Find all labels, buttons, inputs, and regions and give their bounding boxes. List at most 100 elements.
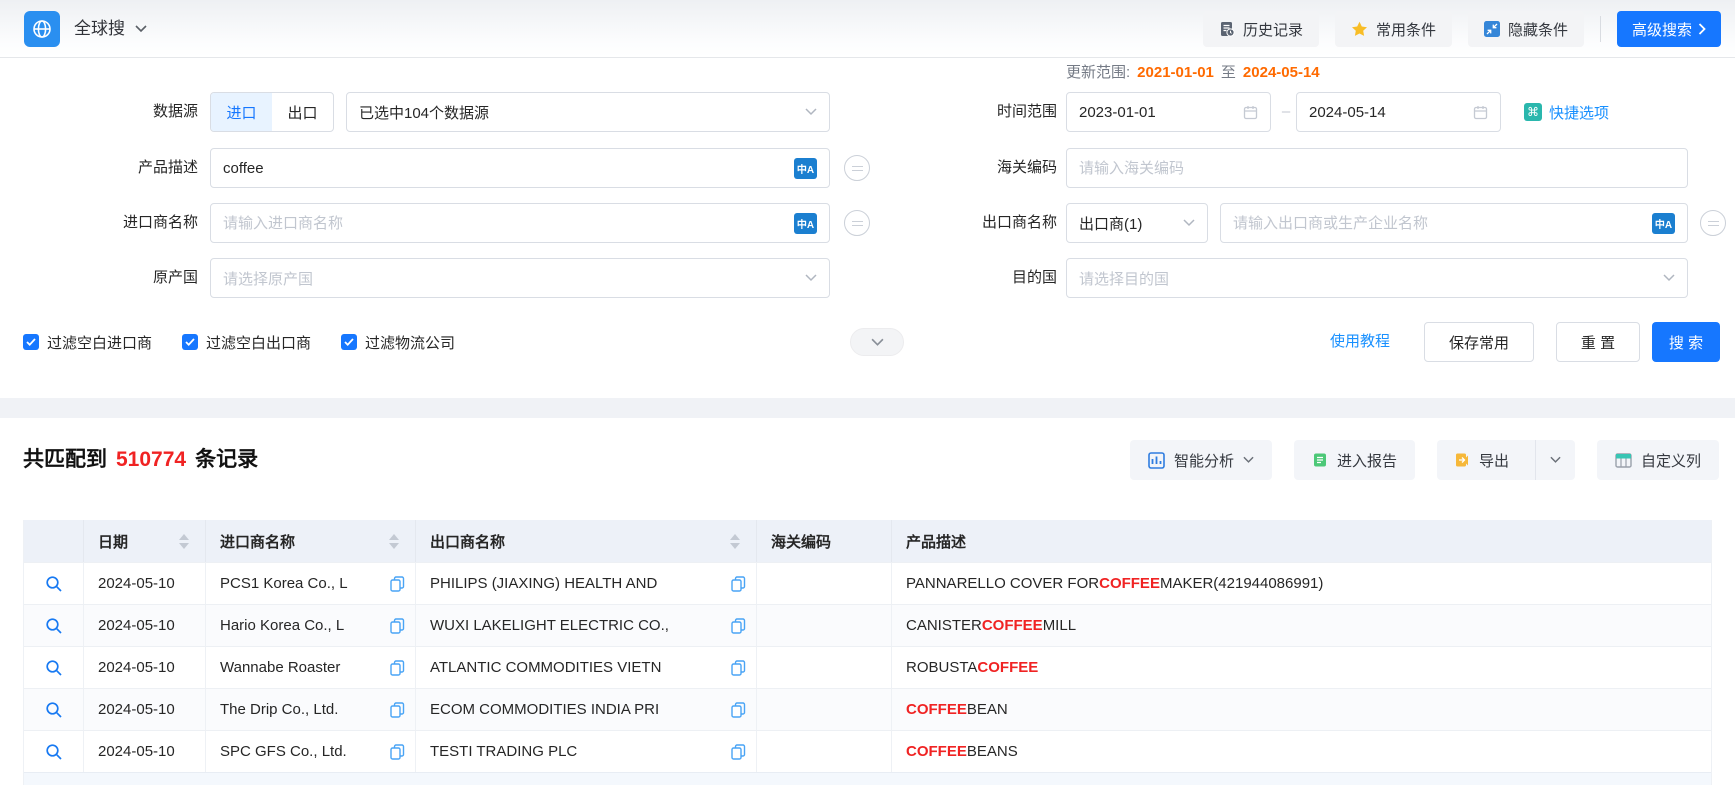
translate-icon[interactable]: 中A: [794, 158, 817, 179]
date-end-input[interactable]: 2024-05-14: [1296, 92, 1501, 132]
exporter-input[interactable]: [1233, 215, 1644, 232]
copy-icon[interactable]: [390, 618, 405, 634]
copy-icon[interactable]: [390, 660, 405, 676]
header-date-label: 日期: [98, 531, 128, 552]
sort-icon[interactable]: [389, 534, 399, 549]
results-count-prefix: 共匹配到: [23, 440, 107, 480]
row-detail-search-icon[interactable]: [45, 575, 63, 593]
search-button[interactable]: 搜 索: [1652, 322, 1720, 362]
keyword-highlight: COFFEE: [982, 617, 1043, 634]
destination-select[interactable]: 请选择目的国: [1066, 258, 1688, 298]
cell-product-desc: COFFEE BEANS: [892, 731, 1711, 772]
header-date[interactable]: 日期: [84, 520, 206, 562]
cell-importer[interactable]: PCS1 Korea Co., L: [220, 575, 384, 592]
importer-input[interactable]: [223, 215, 786, 232]
copy-icon[interactable]: [731, 702, 746, 718]
update-range-label: 更新范围:: [1066, 62, 1130, 84]
quick-options-label: 快捷选项: [1549, 102, 1609, 123]
exclude-filter-icon[interactable]: [1700, 210, 1726, 236]
header-importer[interactable]: 进口商名称: [206, 520, 416, 562]
cell-hscode: [757, 689, 892, 730]
command-icon: ⌘: [1524, 103, 1542, 121]
row-detail-search-icon[interactable]: [45, 659, 63, 677]
cell-importer[interactable]: The Drip Co., Ltd.: [220, 701, 384, 718]
section-divider: [0, 398, 1735, 418]
cell-exporter[interactable]: ATLANTIC COMMODITIES VIETN: [430, 659, 725, 676]
copy-icon[interactable]: [390, 744, 405, 760]
top-bar: 全球搜 历史记录 常用条件 隐藏条件 高: [0, 0, 1735, 58]
sort-icon[interactable]: [730, 534, 740, 549]
collapse-form-button[interactable]: [850, 328, 904, 356]
header-exporter-label: 出口商名称: [430, 531, 505, 552]
filter-logistics-checkbox[interactable]: 过滤物流公司: [341, 332, 455, 353]
results-count: 共匹配到 510774 条记录: [23, 440, 258, 480]
chevron-down-icon: [1243, 456, 1254, 464]
toggle-import[interactable]: 进口: [211, 93, 272, 131]
export-label: 导出: [1479, 450, 1509, 471]
copy-icon[interactable]: [390, 576, 405, 592]
update-range-start: 2021-01-01: [1137, 62, 1214, 84]
smart-analysis-label: 智能分析: [1174, 450, 1234, 471]
header-exporter[interactable]: 出口商名称: [416, 520, 757, 562]
cell-importer[interactable]: Hario Korea Co., L: [220, 617, 384, 634]
product-desc-input[interactable]: [223, 160, 786, 177]
date-start-value: 2023-01-01: [1079, 104, 1235, 121]
cell-exporter[interactable]: PHILIPS (JIAXING) HEALTH AND: [430, 575, 725, 592]
results-actions: 智能分析 进入报告 导出 自定义列: [1130, 440, 1719, 480]
report-icon: [1312, 452, 1328, 468]
chevron-down-icon: [805, 108, 817, 116]
origin-label: 原产国: [0, 258, 198, 298]
tutorial-link[interactable]: 使用教程: [1330, 322, 1390, 362]
reset-button[interactable]: 重 置: [1556, 322, 1640, 362]
row-detail-search-icon[interactable]: [45, 701, 63, 719]
copy-icon[interactable]: [731, 744, 746, 760]
cell-exporter[interactable]: TESTI TRADING PLC: [430, 743, 725, 760]
desc-text: MILL: [1043, 617, 1076, 634]
enter-report-button[interactable]: 进入报告: [1294, 440, 1415, 480]
smart-analysis-button[interactable]: 智能分析: [1130, 440, 1272, 480]
toggle-export[interactable]: 出口: [272, 93, 333, 131]
custom-columns-button[interactable]: 自定义列: [1597, 440, 1719, 480]
exporter-type-select[interactable]: 出口商(1): [1066, 203, 1208, 243]
datasource-select[interactable]: 已选中104个数据源: [346, 92, 830, 132]
copy-icon[interactable]: [731, 576, 746, 592]
globe-logo: [24, 11, 60, 47]
app-title[interactable]: 全球搜: [74, 0, 147, 58]
cell-exporter[interactable]: WUXI LAKELIGHT ELECTRIC CO.,: [430, 617, 725, 634]
chevron-down-icon: [871, 338, 884, 347]
cell-date: 2024-05-10: [84, 689, 206, 730]
checkbox-checked-icon: [341, 334, 357, 350]
cell-date: 2024-05-10: [84, 647, 206, 688]
keyword-highlight: COFFEE: [1099, 575, 1160, 592]
sort-icon[interactable]: [179, 534, 189, 549]
hscode-input[interactable]: [1079, 160, 1675, 177]
date-start-input[interactable]: 2023-01-01: [1066, 92, 1271, 132]
table-row: 2024-05-10 Wannabe Roaster ATLANTIC COMM…: [24, 646, 1711, 688]
translate-icon[interactable]: 中A: [794, 213, 817, 234]
row-detail-search-icon[interactable]: [45, 743, 63, 761]
import-export-toggle: 进口 出口: [210, 92, 334, 132]
keyword-highlight: COFFEE: [906, 743, 967, 760]
cell-exporter[interactable]: ECOM COMMODITIES INDIA PRI: [430, 701, 725, 718]
advanced-search-button[interactable]: 高级搜索: [1617, 11, 1721, 47]
favorite-conditions-button[interactable]: 常用条件: [1335, 11, 1452, 47]
table-row: 2024-05-10 Hario Korea Co., L WUXI LAKEL…: [24, 604, 1711, 646]
copy-icon[interactable]: [390, 702, 405, 718]
save-conditions-button[interactable]: 保存常用: [1424, 322, 1534, 362]
hscode-label: 海关编码: [860, 148, 1057, 188]
row-detail-search-icon[interactable]: [45, 617, 63, 635]
origin-select[interactable]: 请选择原产国: [210, 258, 830, 298]
filter-blank-importer-checkbox[interactable]: 过滤空白进口商: [23, 332, 152, 353]
filter-blank-exporter-checkbox[interactable]: 过滤空白出口商: [182, 332, 311, 353]
cell-importer[interactable]: Wannabe Roaster: [220, 659, 384, 676]
history-button[interactable]: 历史记录: [1203, 11, 1319, 47]
export-more-button[interactable]: [1535, 440, 1575, 480]
quick-options-link[interactable]: ⌘ 快捷选项: [1524, 92, 1609, 132]
date-end-value: 2024-05-14: [1309, 104, 1465, 121]
cell-importer[interactable]: SPC GFS Co., Ltd.: [220, 743, 384, 760]
translate-icon[interactable]: 中A: [1652, 213, 1675, 234]
copy-icon[interactable]: [731, 618, 746, 634]
copy-icon[interactable]: [731, 660, 746, 676]
hide-conditions-button[interactable]: 隐藏条件: [1468, 11, 1584, 47]
export-button[interactable]: 导出: [1437, 440, 1526, 480]
